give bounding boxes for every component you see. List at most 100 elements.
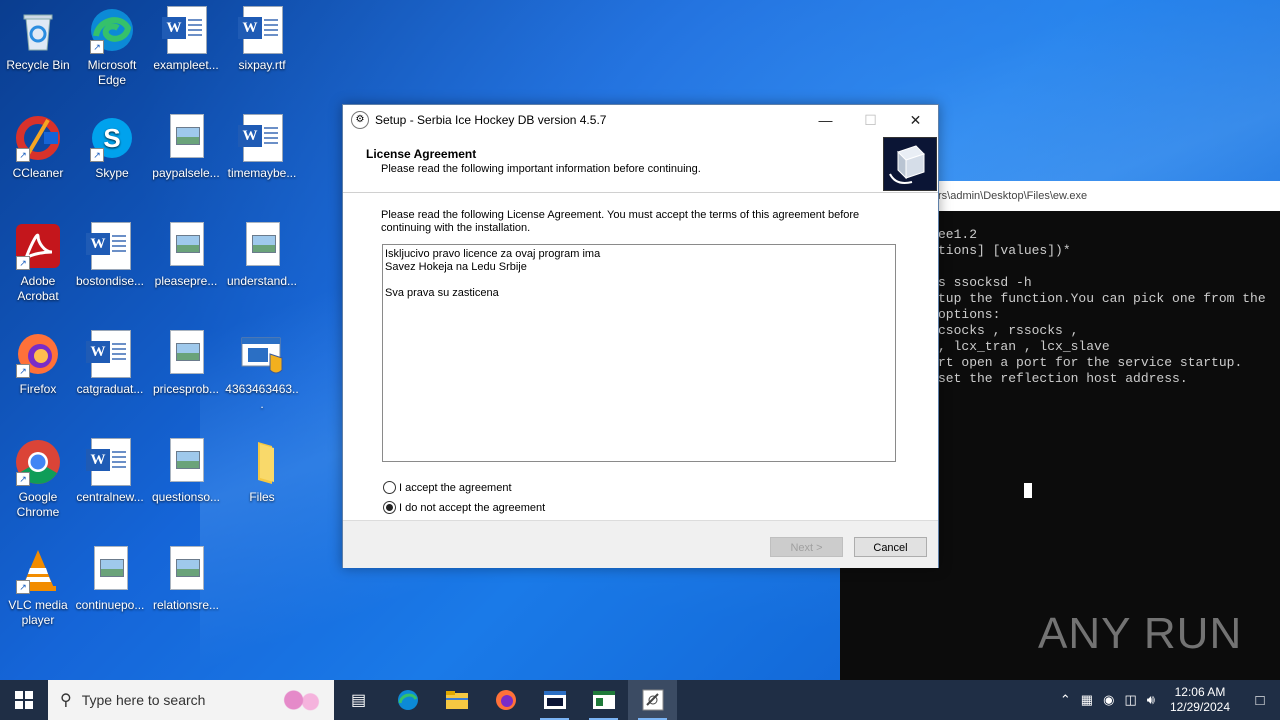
close-button[interactable]: ✕ — [893, 105, 938, 135]
license-line — [385, 274, 893, 287]
image-doc-icon — [86, 546, 134, 594]
desktop-icon-vlc[interactable]: ↗ VLC media player — [0, 546, 76, 628]
shortcut-arrow-icon: ↗ — [90, 40, 104, 54]
setup-title-bar[interactable]: ⚙ Setup - Serbia Ice Hockey DB version 4… — [343, 105, 938, 135]
desktop-icon-label: Firefox — [19, 382, 57, 396]
desktop-icon-pleasepre[interactable]: pleasepre... — [148, 222, 224, 289]
system-tray: ⌃ ▦ ◉ ◫ 🔊︎ 12:06 AM 12/29/2024 □ — [1055, 680, 1280, 720]
setup-window[interactable]: ⚙ Setup - Serbia Ice Hockey DB version 4… — [342, 104, 939, 568]
setup-footer: Next > Cancel — [343, 520, 938, 568]
taskbar-edge[interactable] — [383, 680, 432, 720]
image-doc-icon — [162, 222, 210, 270]
desktop-icon-label: exampleet... — [153, 58, 219, 72]
console-line: rt open a port for the service startup. — [938, 355, 1243, 370]
desktop-icon-pricesprob[interactable]: pricesprob... — [148, 330, 224, 397]
console-window-icon — [543, 691, 566, 709]
setup-window-title: Setup - Serbia Ice Hockey DB version 4.5… — [375, 113, 607, 127]
cancel-button[interactable]: Cancel — [854, 537, 927, 557]
taskbar-setup[interactable] — [628, 680, 677, 720]
word-doc-icon: W — [238, 6, 286, 54]
desktop-icon-timemaybe[interactable]: W timemaybe... — [224, 114, 300, 181]
installer-icon — [238, 330, 286, 378]
firefox-icon: ↗ — [14, 330, 62, 378]
desktop-icon-centralnew[interactable]: W centralnew... — [72, 438, 148, 505]
desktop-icon-label: bostondise... — [75, 274, 145, 288]
taskbar-word-doc[interactable] — [579, 680, 628, 720]
taskbar-firefox[interactable] — [481, 680, 530, 720]
next-button[interactable]: Next > — [770, 537, 843, 557]
desktop-icon-firefox[interactable]: ↗ Firefox — [0, 330, 76, 397]
recycle-bin-icon — [14, 6, 62, 54]
shortcut-arrow-icon: ↗ — [90, 148, 104, 162]
desktop-icon-ccleaner[interactable]: ↗ CCleaner — [0, 114, 76, 181]
desktop-icon-label: pleasepre... — [154, 274, 218, 288]
desktop-icon-understand[interactable]: understand... — [224, 222, 300, 289]
chrome-icon: ↗ — [14, 438, 62, 486]
desktop-icon-bostondise[interactable]: W bostondise... — [72, 222, 148, 289]
accept-radio[interactable]: I accept the agreement — [383, 481, 512, 494]
taskbar: ⚲ Type here to search ▤ ⌃ ▦ ◉ ◫ 🔊︎ 12:06… — [0, 680, 1280, 720]
meet-now-icon[interactable]: ◉ — [1103, 692, 1114, 708]
setup-header: License Agreement Please read the follow… — [343, 135, 938, 193]
svg-text:S: S — [103, 123, 120, 153]
desktop-icon-label: questionso... — [151, 490, 221, 504]
radio-circle-icon — [383, 481, 396, 494]
taskbar-file-explorer[interactable] — [432, 680, 481, 720]
vlc-icon: ↗ — [14, 546, 62, 594]
console-cursor — [1024, 483, 1032, 498]
license-line: Savez Hokeja na Ledu Srbije — [385, 261, 527, 273]
desktop-icon-files-folder[interactable]: Files — [224, 438, 300, 505]
shortcut-arrow-icon: ↗ — [16, 472, 30, 486]
taskbar-clock[interactable]: 12:06 AM 12/29/2024 — [1170, 685, 1230, 715]
network-icon[interactable]: ◫ — [1124, 692, 1136, 708]
desktop-icon-sixpay[interactable]: W sixpay.rtf — [224, 6, 300, 73]
desktop-icon-skype[interactable]: S ↗ Skype — [74, 114, 150, 181]
task-view-button[interactable]: ▤ — [334, 680, 383, 720]
desktop-icon-installer[interactable]: 4363463463... — [224, 330, 300, 412]
word-doc-icon: W — [86, 222, 134, 270]
minimize-button[interactable]: — — [803, 105, 848, 135]
search-placeholder: Type here to search — [81, 692, 206, 708]
desktop-icon-exampleet[interactable]: W exampleet... — [148, 6, 224, 73]
desktop-icon-questionso[interactable]: questionso... — [148, 438, 224, 505]
firefox-icon — [495, 690, 516, 710]
word-doc-icon: W — [86, 438, 134, 486]
console-line: tions] [values])* — [938, 243, 1071, 258]
volume-icon[interactable]: 🔊︎ — [1147, 692, 1155, 708]
license-intro-text: Please read the following License Agreem… — [381, 209, 860, 234]
license-line: Iskljucivo pravo licence za ovaj program… — [385, 248, 601, 260]
word-doc-icon: W — [162, 6, 210, 54]
folder-icon — [238, 438, 286, 486]
desktop-icon-microsoft-edge[interactable]: ↗ Microsoft Edge — [74, 6, 150, 88]
task-view-icon: ▤ — [350, 692, 367, 709]
desktop-icon-relationsre[interactable]: relationsre... — [148, 546, 224, 613]
license-text-box[interactable]: Iskljucivo pravo licence za ovaj program… — [382, 244, 896, 462]
notification-icon[interactable]: □ — [1240, 692, 1280, 709]
console-line: ee1.2 — [938, 227, 978, 242]
setup-body: Please read the following License Agreem… — [343, 193, 938, 520]
console-line: csocks , rssocks , — [938, 323, 1079, 338]
taskbar-search[interactable]: ⚲ Type here to search — [48, 680, 334, 720]
chevron-up-icon[interactable]: ⌃ — [1060, 692, 1071, 708]
desktop-icon-label: understand... — [226, 274, 298, 288]
desktop-icon-paypalsele[interactable]: paypalsele... — [148, 114, 224, 181]
decline-radio[interactable]: I do not accept the agreement — [383, 501, 545, 514]
acrobat-icon: ↗ — [14, 222, 62, 270]
windows-security-icon[interactable]: ▦ — [1081, 692, 1093, 708]
desktop-icon-continuepo[interactable]: continuepo... — [72, 546, 148, 613]
skype-icon: S ↗ — [88, 114, 136, 162]
start-button[interactable] — [0, 680, 48, 720]
desktop-icon-label: Recycle Bin — [6, 58, 70, 72]
desktop-icon-label: pricesprob... — [152, 382, 220, 396]
desktop-icon-label: Skype — [95, 166, 129, 180]
desktop-icon-google-chrome[interactable]: ↗ Google Chrome — [0, 438, 76, 520]
setup-app-icon: ⚙ — [351, 111, 369, 129]
console-line: options: — [938, 307, 1001, 322]
desktop-icon-recycle-bin[interactable]: Recycle Bin — [0, 6, 76, 73]
image-doc-icon — [238, 222, 286, 270]
ccleaner-icon: ↗ — [14, 114, 62, 162]
taskbar-console[interactable] — [530, 680, 579, 720]
desktop-icon-catgraduat[interactable]: W catgraduat... — [72, 330, 148, 397]
shortcut-arrow-icon: ↗ — [16, 364, 30, 378]
desktop-icon-adobe-acrobat[interactable]: ↗ Adobe Acrobat — [0, 222, 76, 304]
